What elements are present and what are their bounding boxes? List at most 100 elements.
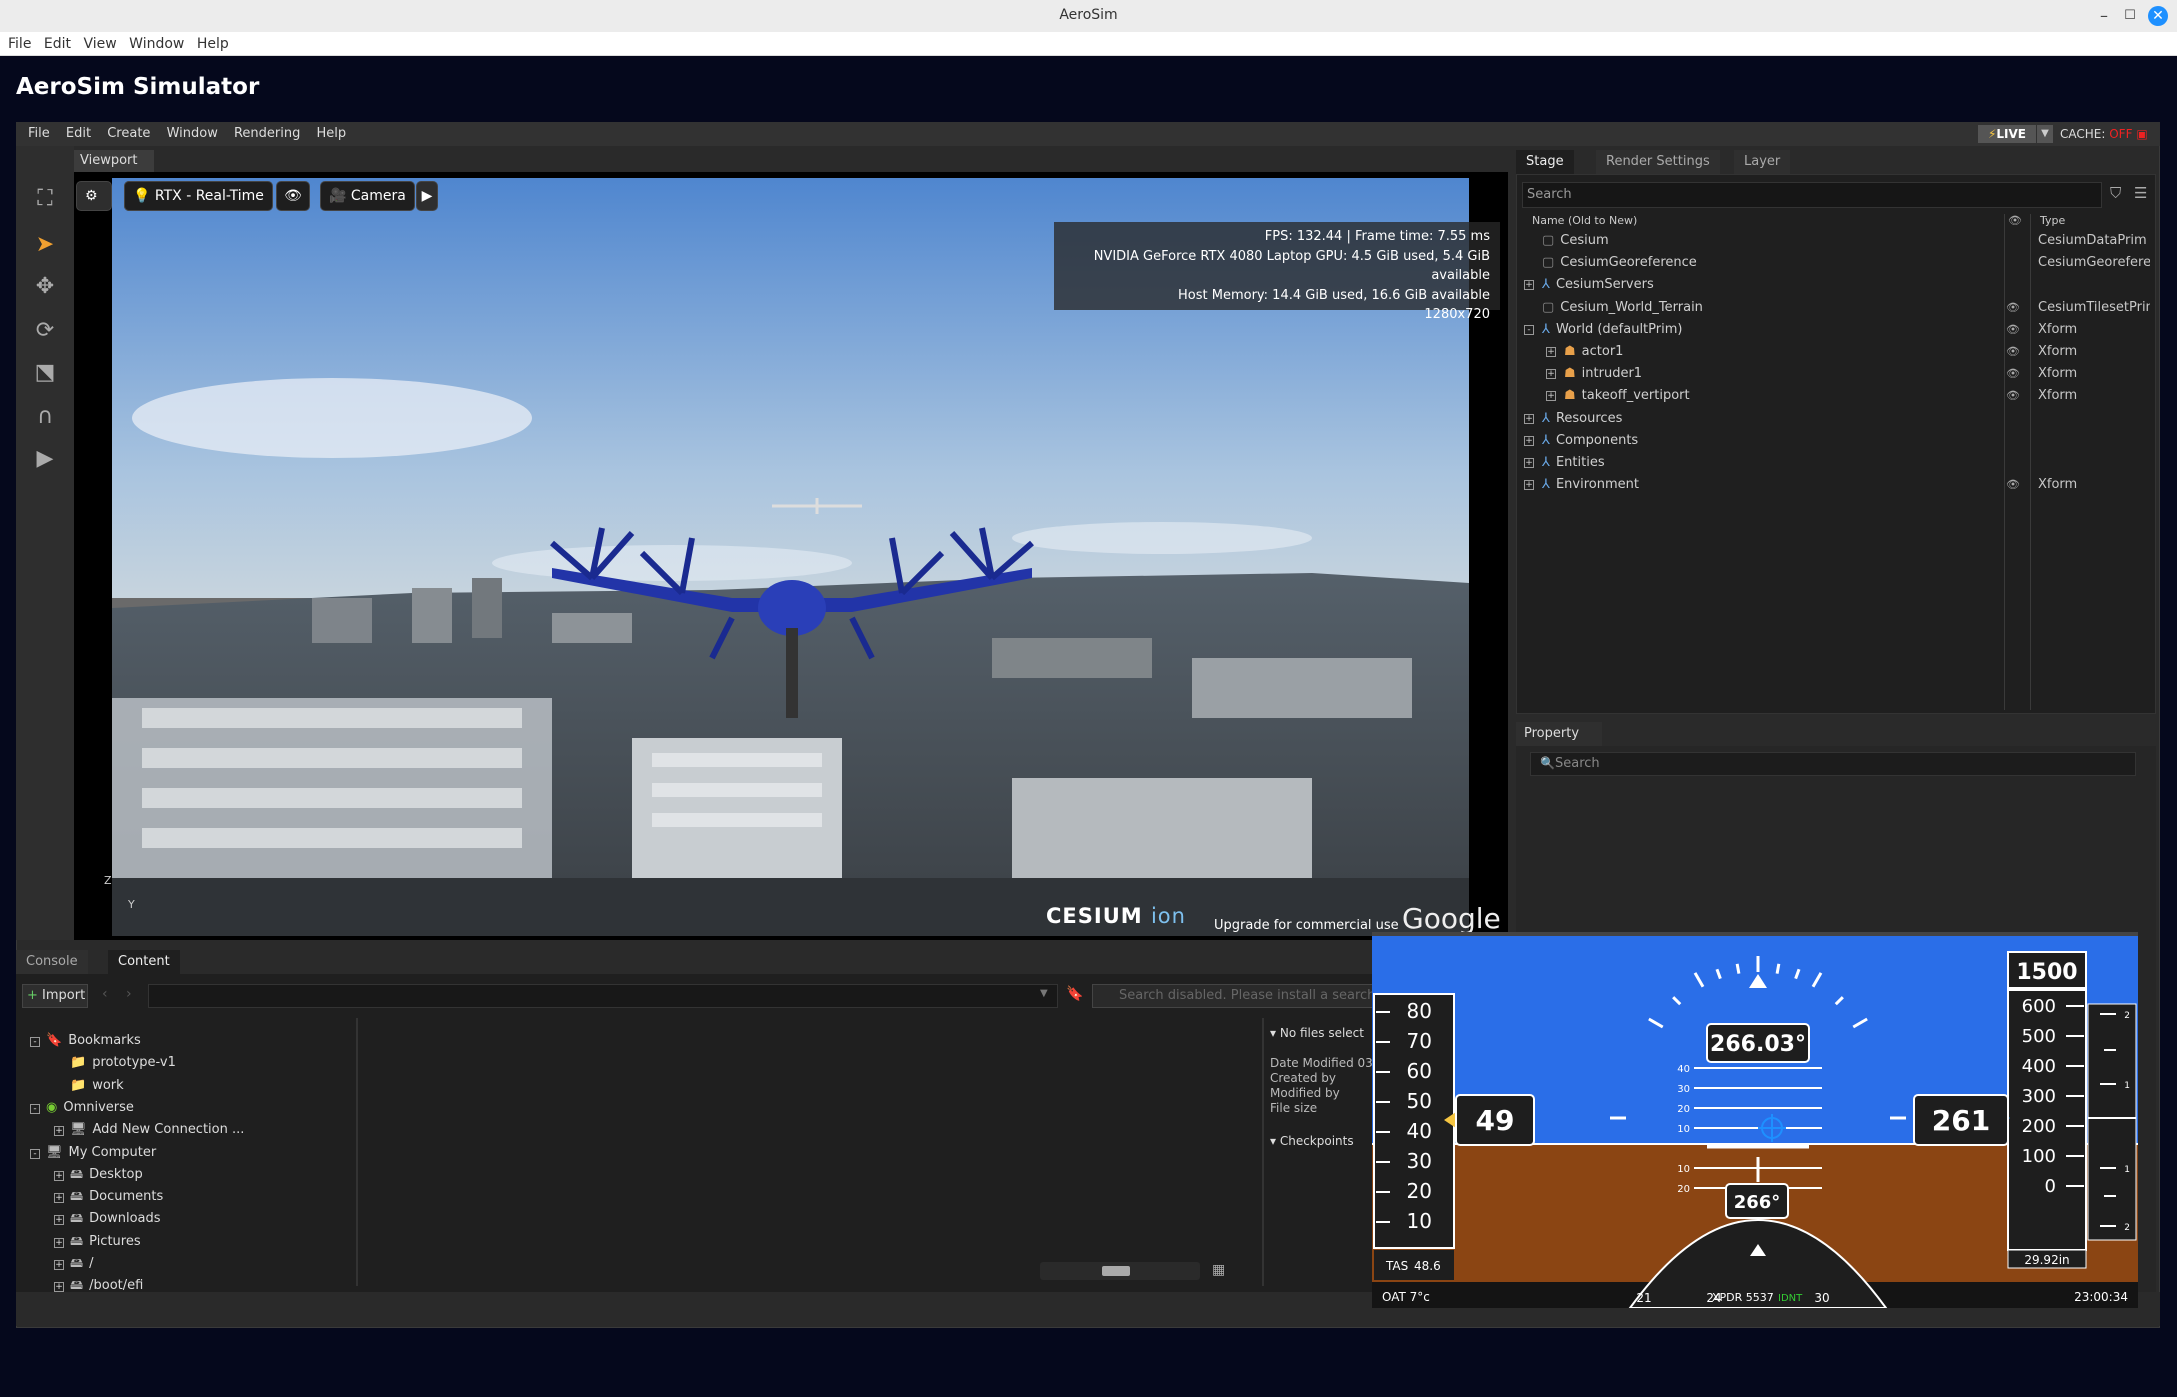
collapse-icon[interactable]: -	[30, 1037, 40, 1047]
expand-icon[interactable]: +	[1524, 413, 1534, 424]
ident-readout[interactable]: IDNT	[1778, 1293, 1803, 1304]
property-search-input[interactable]: Search	[1530, 752, 2136, 776]
os-menu-file[interactable]: File	[8, 32, 31, 56]
tree-item[interactable]: + 🖴 Downloads	[54, 1208, 161, 1230]
stage-row[interactable]: ▢ CesiumGeoreference CesiumGeoreference	[1522, 252, 2150, 274]
upgrade-link[interactable]: Upgrade for commercial use	[1214, 918, 1399, 933]
move-icon[interactable]: ✥	[28, 270, 62, 304]
render-mode-button[interactable]: 💡 RTX - Real-Time	[124, 181, 273, 211]
checkpoints-header[interactable]: ▾ Checkpoints	[1270, 1134, 1354, 1148]
collapse-icon[interactable]: -	[30, 1103, 40, 1114]
stage-options-icon[interactable]: ☰	[2134, 184, 2147, 202]
forward-icon[interactable]: ›	[126, 986, 132, 1002]
collapse-icon[interactable]: -	[30, 1148, 40, 1159]
slider-handle[interactable]	[1102, 1266, 1130, 1276]
stage-row[interactable]: + ⅄ CesiumServers	[1522, 274, 2150, 296]
app-menu-rendering[interactable]: Rendering	[234, 122, 300, 146]
expand-icon[interactable]: +	[1546, 391, 1556, 402]
visibility-eye-icon[interactable]: 👁	[2006, 297, 2020, 319]
back-icon[interactable]: ‹	[102, 986, 108, 1002]
grid-view-icon[interactable]: ▦	[1212, 1262, 1225, 1278]
snap-magnet-icon[interactable]: ∩	[28, 400, 62, 434]
tree-item[interactable]: 📁 prototype-v1	[54, 1052, 176, 1074]
viewport-menu-icon[interactable]: ⚙	[76, 181, 112, 211]
expand-icon[interactable]: +	[54, 1170, 64, 1181]
stage-row[interactable]: + ⅄ Resources	[1522, 408, 2150, 430]
visibility-eye-icon[interactable]: 👁	[2006, 319, 2020, 341]
tree-item[interactable]: + 🖴 Desktop	[54, 1164, 143, 1186]
tree-item[interactable]: + 🖴 Documents	[54, 1186, 163, 1208]
stage-row[interactable]: ▢ Cesium_World_Terrain 👁 CesiumTilesetPrim	[1522, 297, 2150, 319]
stage-row[interactable]: + ☗ intruder1 👁 Xform	[1522, 363, 2150, 385]
tree-item[interactable]: 📁 work	[54, 1075, 124, 1097]
stage-row[interactable]: + ☗ actor1 👁 Xform	[1522, 341, 2150, 363]
expand-icon[interactable]: +	[54, 1260, 64, 1270]
col-name[interactable]: Name (Old to New)	[1532, 214, 1637, 227]
stage-row[interactable]: + ⅄ Entities	[1522, 452, 2150, 474]
tab-layer[interactable]: Layer	[1734, 150, 1791, 174]
expand-icon[interactable]: +	[54, 1237, 64, 1248]
tree-item[interactable]: + 🖴 Pictures	[54, 1231, 141, 1253]
cache-status[interactable]: CACHE: OFF ▣	[2060, 125, 2148, 143]
stage-search-input[interactable]: Search	[1522, 182, 2102, 208]
app-menu-file[interactable]: File	[28, 122, 50, 146]
bookmark-icon[interactable]: 🔖	[1066, 986, 1083, 1002]
stage-row[interactable]: + ⅄ Components	[1522, 430, 2150, 452]
expand-icon[interactable]: +	[1524, 280, 1534, 291]
path-dropdown-icon[interactable]: ▼	[1040, 988, 1048, 999]
tab-stage[interactable]: Stage	[1516, 150, 1574, 174]
file-area[interactable]	[360, 1018, 1260, 1286]
tab-property[interactable]: Property	[1516, 722, 1602, 746]
app-menu-window[interactable]: Window	[167, 122, 218, 146]
visibility-eye-icon[interactable]: 👁	[2006, 474, 2020, 496]
snapshot-icon[interactable]: ⛶	[28, 182, 62, 216]
expand-toolbar-icon[interactable]: ▶	[416, 181, 438, 211]
expand-icon[interactable]: +	[1546, 369, 1556, 380]
content-search-input[interactable]: Search disabled. Please install a search	[1092, 984, 1382, 1008]
expand-icon[interactable]: +	[54, 1126, 64, 1137]
tab-content[interactable]: Content	[108, 950, 180, 974]
expand-icon[interactable]: +	[54, 1282, 64, 1293]
os-menu-view[interactable]: View	[83, 32, 116, 56]
collapse-icon[interactable]: -	[1524, 324, 1534, 335]
expand-icon[interactable]: +	[1524, 435, 1534, 446]
app-menu-edit[interactable]: Edit	[66, 122, 91, 146]
scale-icon[interactable]: ⬔	[28, 356, 62, 390]
live-button[interactable]: ⚡LIVE	[1978, 125, 2036, 143]
play-icon[interactable]: ▶	[28, 442, 62, 476]
app-menu-create[interactable]: Create	[107, 122, 150, 146]
viewport-tab[interactable]: Viewport	[74, 150, 154, 172]
import-button[interactable]: + Import	[22, 984, 88, 1008]
visibility-eye-icon[interactable]: 👁	[2006, 363, 2020, 385]
select-arrow-icon[interactable]: ➤	[28, 228, 62, 262]
maximize-icon[interactable]: ☐	[2118, 4, 2142, 28]
stage-row[interactable]: - ⅄ World (defaultPrim) 👁 Xform	[1522, 319, 2150, 341]
os-menu-window[interactable]: Window	[129, 32, 184, 56]
tab-console[interactable]: Console	[16, 950, 88, 974]
col-visibility-icon[interactable]: 👁	[2008, 214, 2022, 227]
app-menu-help[interactable]: Help	[317, 122, 347, 146]
os-menu-edit[interactable]: Edit	[44, 32, 71, 56]
thumbnail-size-slider[interactable]	[1040, 1262, 1200, 1280]
visibility-eye-icon[interactable]: 👁	[2006, 385, 2020, 407]
stage-row[interactable]: + ☗ takeoff_vertiport 👁 Xform	[1522, 385, 2150, 407]
tree-item[interactable]: - 🖥 My Computer	[30, 1142, 156, 1164]
tree-item[interactable]: - ◉ Omniverse	[30, 1097, 134, 1119]
tree-item[interactable]: + 🖴 /	[54, 1253, 94, 1275]
stage-row[interactable]: + ⅄ Environment 👁 Xform	[1522, 474, 2150, 496]
minimize-icon[interactable]: –	[2092, 4, 2116, 28]
expand-icon[interactable]: +	[54, 1193, 64, 1204]
tree-item[interactable]: + 🖥 Add New Connection ...	[54, 1119, 244, 1141]
expand-icon[interactable]: +	[54, 1215, 64, 1226]
camera-button[interactable]: 🎥 Camera	[320, 181, 415, 211]
stage-row[interactable]: ▢ Cesium CesiumDataPrim	[1522, 230, 2150, 252]
expand-icon[interactable]: +	[1524, 480, 1534, 491]
rotate-icon[interactable]: ⟳	[28, 314, 62, 348]
filter-icon[interactable]: ⛉	[2110, 184, 2121, 202]
visibility-eye-icon[interactable]: 👁	[2006, 341, 2020, 363]
visibility-eye-icon[interactable]: 👁	[276, 181, 310, 211]
expand-icon[interactable]: +	[1546, 347, 1556, 357]
path-input[interactable]	[148, 984, 1058, 1008]
live-dropdown-icon[interactable]: ▼	[2037, 125, 2053, 143]
os-menu-help[interactable]: Help	[197, 32, 229, 56]
